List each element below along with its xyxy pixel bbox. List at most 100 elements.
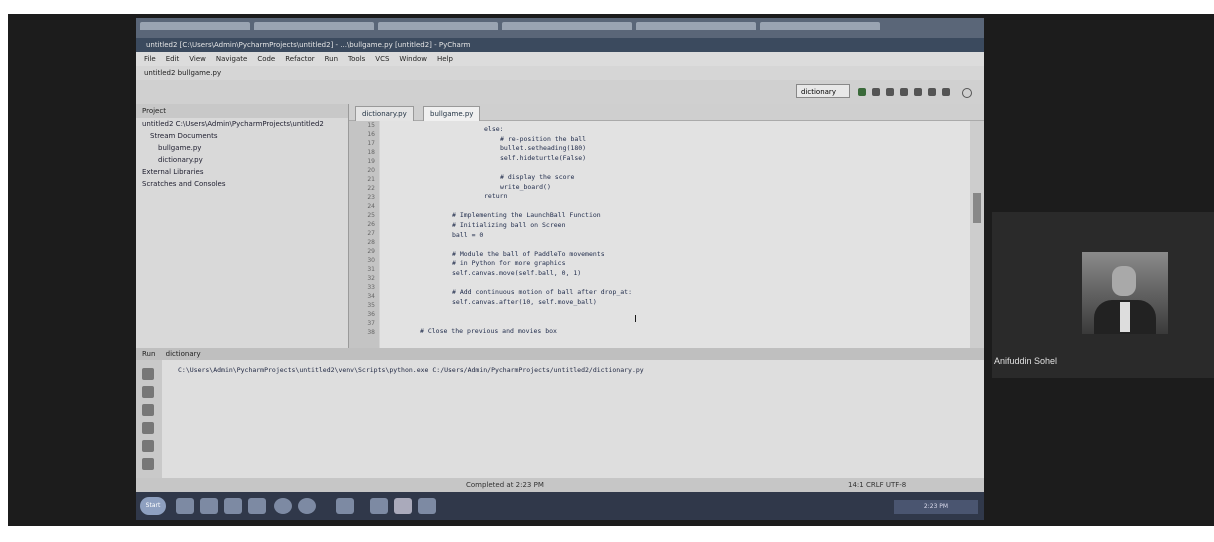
code-editor[interactable]: else: # re-position the ball bullet.sethea…	[380, 121, 970, 348]
browser-tab[interactable]	[378, 22, 498, 30]
status-message: Completed at 2:23 PM	[466, 481, 544, 489]
console-command: C:\Users\Admin\PycharmProjects\untitled2…	[178, 366, 644, 374]
tree-file[interactable]: bullgame.py	[136, 142, 348, 154]
system-tray-clock[interactable]: 2:23 PM	[894, 500, 978, 514]
run-tool-tabs: Run dictionary	[136, 348, 984, 360]
start-button[interactable]: Start	[140, 497, 166, 515]
run-config-tab[interactable]: dictionary	[166, 350, 201, 358]
menu-refactor[interactable]: Refactor	[285, 52, 314, 66]
menu-help[interactable]: Help	[437, 52, 453, 66]
code-line: return	[484, 192, 508, 201]
menu-tools[interactable]: Tools	[348, 52, 365, 66]
tree-scratches[interactable]: Scratches and Consoles	[136, 178, 348, 190]
browser-tab[interactable]	[502, 22, 632, 30]
run-toolbar	[136, 360, 162, 478]
line-number: 19	[367, 158, 375, 165]
concurrency-icon[interactable]	[914, 88, 922, 96]
code-line: # Implementing the LaunchBall Function	[452, 211, 601, 220]
menu-file[interactable]: File	[144, 52, 156, 66]
profile-icon[interactable]	[900, 88, 908, 96]
stop-icon[interactable]	[928, 88, 936, 96]
run-tab[interactable]: Run	[142, 350, 155, 358]
code-line: self.hideturtle(False)	[500, 153, 587, 162]
menu-window[interactable]: Window	[399, 52, 427, 66]
windows-taskbar: Start 2:23 PM	[136, 492, 984, 520]
code-line: # Add continuous motion of ball after dr…	[452, 288, 633, 297]
avatar-face	[1112, 266, 1136, 296]
line-number: 21	[367, 176, 375, 183]
code-line: write_board()	[500, 182, 551, 191]
project-panel-header[interactable]: Project	[136, 104, 348, 118]
taskbar-app-icon[interactable]	[336, 498, 354, 514]
status-bar: Completed at 2:23 PM 14:1 CRLF UTF-8	[136, 478, 984, 492]
menu-navigate[interactable]: Navigate	[216, 52, 247, 66]
toolbar: dictionary	[136, 80, 984, 105]
line-number: 22	[367, 185, 375, 192]
debug-icon[interactable]	[872, 88, 880, 96]
run-config-select[interactable]: dictionary	[796, 84, 850, 98]
line-number: 17	[367, 140, 375, 147]
line-number-gutter: 15 16 17 18 19 20 21 22 23 24 25 26 27 28 29 30 31 32 33 34…	[349, 121, 379, 348]
code-line: ball = 0	[452, 230, 484, 239]
run-icon[interactable]	[858, 88, 866, 96]
tree-external-libraries[interactable]: External Libraries	[136, 166, 348, 178]
menu-view[interactable]: View	[189, 52, 206, 66]
menu-code[interactable]: Code	[257, 52, 275, 66]
search-icon[interactable]	[962, 88, 972, 98]
line-number: 18	[367, 149, 375, 156]
taskbar-app-icon[interactable]	[176, 498, 194, 514]
code-line: # Close the previous and movies box	[420, 326, 557, 335]
tree-folder[interactable]: Stream Documents	[136, 130, 348, 142]
run-console[interactable]: C:\Users\Admin\PycharmProjects\untitled2…	[162, 360, 984, 478]
delete-icon[interactable]	[142, 458, 154, 470]
scrollbar-thumb[interactable]	[973, 193, 981, 223]
pause-icon[interactable]	[142, 404, 154, 416]
browser-tab[interactable]	[140, 22, 250, 30]
participant-avatar	[1082, 252, 1168, 334]
line-number: 20	[367, 167, 375, 174]
menu-edit[interactable]: Edit	[166, 52, 180, 66]
line-number: 31	[367, 266, 375, 273]
taskbar-app-icon[interactable]	[200, 498, 218, 514]
restore-layout-icon[interactable]	[142, 422, 154, 434]
code-line: # display the score	[500, 173, 575, 181]
line-number: 24	[367, 203, 375, 210]
settings-icon[interactable]	[942, 88, 950, 96]
editor-tab-dictionary[interactable]: dictionary.py	[355, 106, 414, 121]
line-number: 33	[367, 284, 375, 291]
status-position[interactable]: 14:1 CRLF UTF-8	[848, 478, 906, 492]
line-number: 27	[367, 230, 375, 237]
project-panel: Project untitled2 C:\Users\Admin\Pycharm…	[136, 104, 349, 348]
browser-tab[interactable]	[254, 22, 374, 30]
editor-scrollbar[interactable]	[970, 121, 984, 348]
coverage-icon[interactable]	[886, 88, 894, 96]
chrome-icon[interactable]	[298, 498, 316, 514]
line-number: 37	[367, 320, 375, 327]
line-number: 30	[367, 257, 375, 264]
tree-root[interactable]: untitled2 C:\Users\Admin\PycharmProjects…	[136, 118, 348, 130]
tree-file[interactable]: dictionary.py	[136, 154, 348, 166]
line-number: 15	[367, 122, 375, 129]
breadcrumb[interactable]: untitled2 bullgame.py	[136, 66, 984, 80]
taskbar-app-icon[interactable]	[370, 498, 388, 514]
taskbar-app-icon[interactable]	[248, 498, 266, 514]
window-title: untitled2 [C:\Users\Admin\PycharmProject…	[136, 38, 984, 52]
pycharm-icon[interactable]	[394, 498, 412, 514]
menu-vcs[interactable]: VCS	[375, 52, 389, 66]
line-number: 29	[367, 248, 375, 255]
participant-video-tile[interactable]: Anifuddin Sohel	[992, 212, 1214, 378]
stop-run-icon[interactable]	[142, 386, 154, 398]
rerun-icon[interactable]	[142, 368, 154, 380]
mouse-cursor: I	[634, 314, 637, 325]
editor-tab-bullgame[interactable]: bullgame.py	[423, 106, 481, 121]
browser-tab[interactable]	[760, 22, 880, 30]
print-icon[interactable]	[142, 440, 154, 452]
chrome-icon[interactable]	[274, 498, 292, 514]
taskbar-app-icon[interactable]	[224, 498, 242, 514]
line-number: 38	[367, 329, 375, 336]
line-number: 36	[367, 311, 375, 318]
screen-share-frame: untitled2 [C:\Users\Admin\PycharmProject…	[8, 14, 1214, 526]
menu-run[interactable]: Run	[325, 52, 338, 66]
browser-tab[interactable]	[636, 22, 756, 30]
taskbar-app-icon[interactable]	[418, 498, 436, 514]
